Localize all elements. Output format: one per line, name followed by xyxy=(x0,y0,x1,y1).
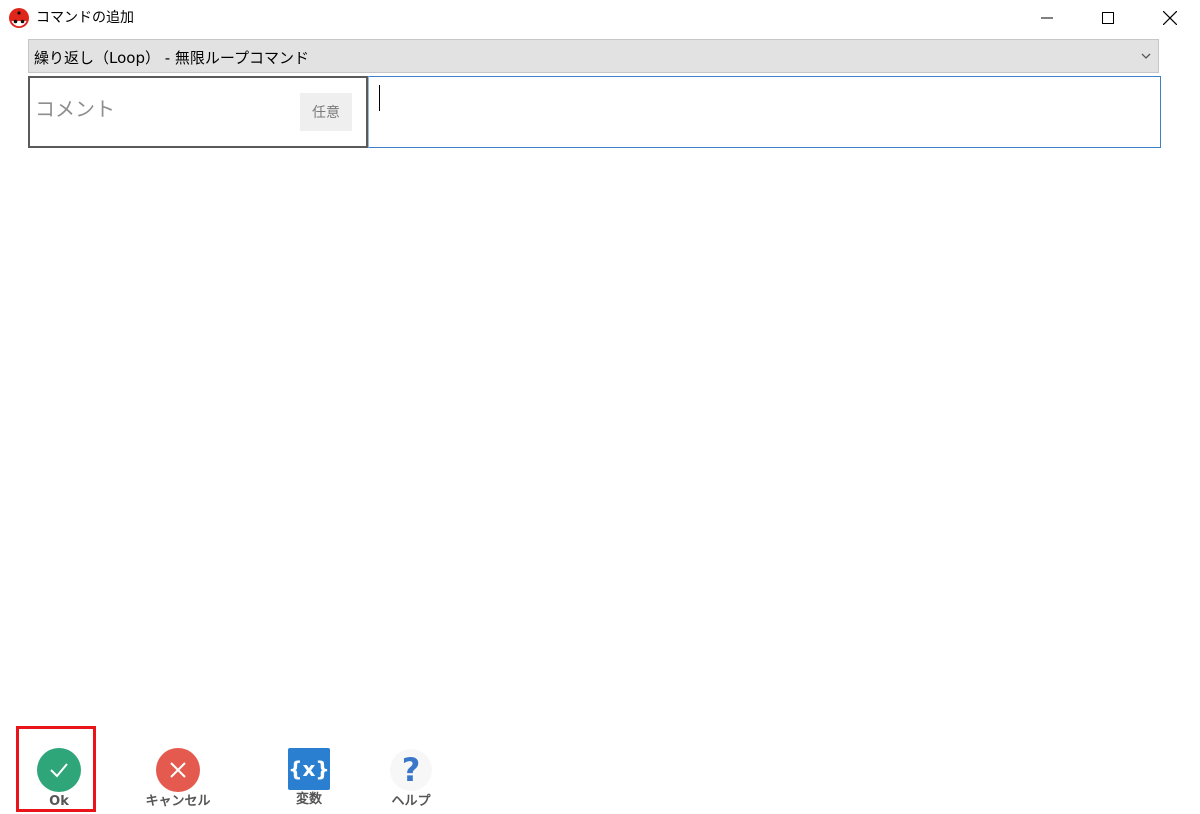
variables-button-label: 変数 xyxy=(295,792,322,807)
window-title: コマンドの追加 xyxy=(36,10,134,26)
optional-badge: 任意 xyxy=(300,93,352,131)
variable-icon: {x} xyxy=(288,748,330,790)
question-mark-icon: ? xyxy=(389,748,433,792)
cross-icon xyxy=(156,748,200,792)
ladybug-icon xyxy=(9,8,29,28)
cancel-button[interactable]: キャンセル xyxy=(144,748,212,810)
maximize-icon xyxy=(1102,12,1114,24)
text-caret xyxy=(379,85,380,111)
chevron-down-icon[interactable] xyxy=(1140,50,1152,62)
svg-text:?: ? xyxy=(402,751,421,789)
checkmark-icon xyxy=(37,748,81,792)
variables-button[interactable]: {x} 変数 xyxy=(280,748,338,808)
cancel-button-label: キャンセル xyxy=(145,794,211,809)
help-button-label: ヘルプ xyxy=(391,794,431,809)
comment-label-box: コメント 任意 xyxy=(28,76,368,148)
add-command-window: コマンドの追加 繰り返し（Loop） - 無限ループコマンド コメント 任意 O… xyxy=(0,0,1200,814)
ok-button-label: Ok xyxy=(49,794,69,809)
command-select[interactable]: 繰り返し（Loop） - 無限ループコマンド xyxy=(28,39,1159,73)
ok-button[interactable]: Ok xyxy=(30,748,88,810)
title-bar: コマンドの追加 xyxy=(0,0,1200,36)
comment-input[interactable] xyxy=(368,76,1161,148)
close-icon xyxy=(1163,11,1177,25)
close-button[interactable] xyxy=(1147,0,1193,36)
comment-label: コメント xyxy=(35,97,115,121)
command-select-value: 繰り返し（Loop） - 無限ループコマンド xyxy=(34,49,310,67)
minimize-icon xyxy=(1041,17,1053,19)
help-button[interactable]: ? ヘルプ xyxy=(382,748,440,810)
maximize-button[interactable] xyxy=(1085,0,1131,36)
minimize-button[interactable] xyxy=(1024,0,1070,36)
